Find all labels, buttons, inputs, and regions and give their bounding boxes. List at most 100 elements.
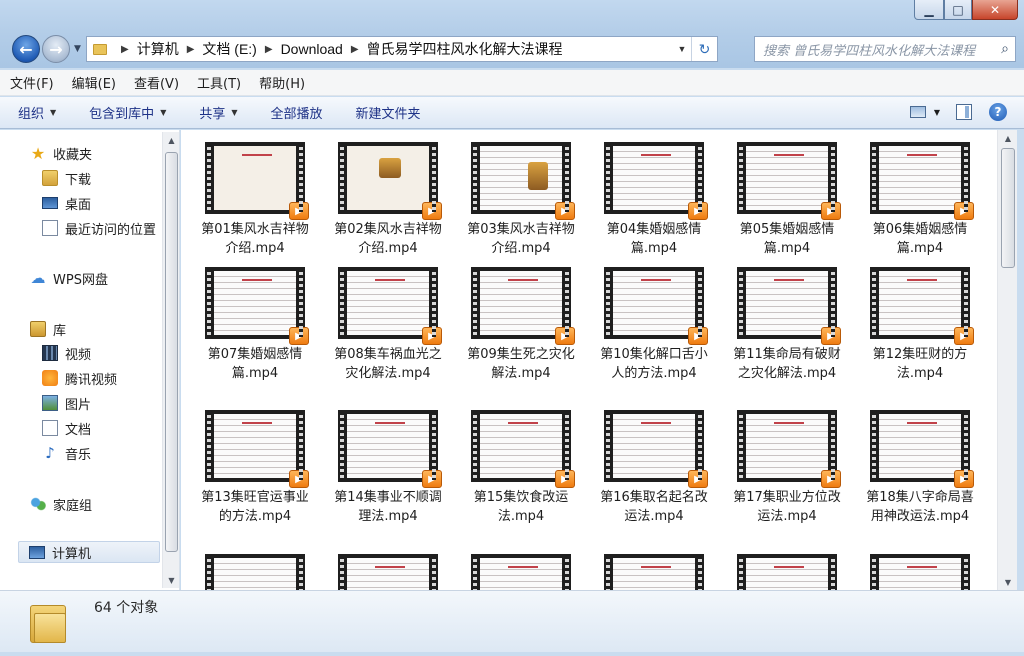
window-controls: ▁ □ ✕ [914, 0, 1018, 20]
sidebar-label: 计算机 [52, 546, 92, 562]
help-icon: ? [989, 103, 1007, 121]
sidebar-item-favorites[interactable]: ★ 收藏夹 [30, 142, 92, 164]
file-item[interactable]: ▶ 第18集八字命局喜用神改运法.mp4 [848, 400, 976, 528]
file-name: 第02集风水吉祥物介绍.mp4 [334, 222, 442, 256]
play-all-button[interactable]: 全部播放 [271, 103, 323, 122]
file-item[interactable]: ▶ 第15集饮食改运法.mp4 [449, 400, 577, 528]
sidebar-item-downloads[interactable]: 下载 [42, 167, 91, 189]
sidebar-label: WPS网盘 [53, 272, 108, 288]
breadcrumb-computer[interactable]: 计算机 [137, 39, 179, 59]
folder-icon [30, 601, 66, 643]
file-list-scrollbar[interactable]: ▲ ▼ [997, 130, 1017, 590]
video-thumbnail: ▶ [737, 410, 841, 488]
sidebar-item-libraries[interactable]: 库 [30, 318, 66, 340]
sidebar-item-recent[interactable]: 最近访问的位置 [42, 217, 156, 239]
file-item[interactable]: ▶ 第17集职业方位改运法.mp4 [715, 400, 843, 528]
file-item[interactable]: ▶ 第14集事业不顺调理法.mp4 [316, 400, 444, 528]
menu-file[interactable]: 文件(F) [10, 73, 54, 92]
menu-tools[interactable]: 工具(T) [197, 73, 241, 92]
include-in-library-button[interactable]: 包含到库中 ▼ [89, 103, 166, 122]
file-name: 第18集八字命局喜用神改运法.mp4 [866, 490, 974, 524]
address-bar[interactable]: ▶ 计算机 ▶ 文档 (E:) ▶ Download ▶ 曾氏易学四柱风水化解大… [86, 36, 718, 62]
file-item[interactable]: ▶ 第09集生死之灾化解法.mp4 [449, 257, 577, 385]
chevron-right-icon[interactable]: ▶ [265, 44, 273, 55]
file-name: 第06集婚姻感情篇.mp4 [872, 222, 968, 256]
chevron-right-icon[interactable]: ▶ [351, 44, 359, 55]
address-dropdown-icon[interactable]: ▼ [673, 44, 691, 54]
sidebar-item-wps[interactable]: ☁ WPS网盘 [30, 267, 108, 289]
scroll-down-icon[interactable]: ▼ [163, 572, 180, 588]
sidebar-item-computer[interactable]: 计算机 [18, 541, 160, 563]
sidebar-scrollbar[interactable]: ▲ ▼ [162, 132, 179, 588]
organize-label: 组织 [18, 107, 45, 122]
maximize-button[interactable]: □ [944, 0, 972, 20]
file-item[interactable]: ▶ 第07集婚姻感情篇.mp4 [183, 257, 311, 385]
menu-help[interactable]: 帮助(H) [259, 73, 305, 92]
file-name: 第15集饮食改运法.mp4 [473, 490, 569, 524]
new-folder-button[interactable]: 新建文件夹 [356, 103, 421, 122]
file-item[interactable] [848, 544, 976, 590]
file-item[interactable]: ▶ 第01集风水吉祥物介绍.mp4 [183, 132, 311, 260]
play-icon: ▶ [688, 470, 708, 488]
file-item[interactable]: ▶ 第03集风水吉祥物介绍.mp4 [449, 132, 577, 260]
refresh-icon[interactable]: ↻ [691, 37, 717, 61]
chevron-right-icon[interactable]: ▶ [187, 44, 195, 55]
file-item[interactable]: ▶ 第02集风水吉祥物介绍.mp4 [316, 132, 444, 260]
breadcrumb-drive[interactable]: 文档 (E:) [202, 39, 256, 59]
change-view-button[interactable] [906, 101, 930, 123]
breadcrumb-download[interactable]: Download [281, 41, 343, 57]
file-item[interactable]: ▶ 第06集婚姻感情篇.mp4 [848, 132, 976, 260]
sidebar-item-desktop[interactable]: 桌面 [42, 192, 91, 214]
file-item[interactable]: ▶ 第05集婚姻感情篇.mp4 [715, 132, 843, 260]
sidebar-item-tencent-video[interactable]: 腾讯视频 [42, 367, 117, 389]
chevron-down-icon: ▼ [160, 108, 167, 117]
search-input[interactable]: 搜索 曾氏易学四柱风水化解大法课程 ⌕ [754, 36, 1016, 62]
sidebar-item-pictures[interactable]: 图片 [42, 392, 91, 414]
file-name: 第14集事业不顺调理法.mp4 [334, 490, 442, 524]
file-item[interactable]: ▶ 第10集化解口舌小人的方法.mp4 [582, 257, 710, 385]
file-item[interactable]: ▶ 第13集旺官运事业的方法.mp4 [183, 400, 311, 528]
forward-button[interactable]: → [42, 35, 70, 63]
breadcrumb-current[interactable]: 曾氏易学四柱风水化解大法课程 [367, 39, 563, 59]
computer-icon [29, 545, 45, 559]
video-thumbnail [870, 554, 970, 590]
sidebar-label: 音乐 [65, 447, 92, 463]
sidebar-item-homegroup[interactable]: 家庭组 [30, 493, 92, 515]
menu-edit[interactable]: 编辑(E) [72, 73, 116, 92]
file-item[interactable] [449, 544, 577, 590]
file-item[interactable] [582, 544, 710, 590]
chevron-right-icon[interactable]: ▶ [121, 44, 129, 55]
scroll-up-icon[interactable]: ▲ [163, 132, 180, 148]
search-icon[interactable]: ⌕ [1001, 41, 1009, 57]
share-button[interactable]: 共享 ▼ [199, 103, 237, 122]
minimize-button[interactable]: ▁ [914, 0, 944, 20]
file-item[interactable] [316, 544, 444, 590]
menu-view[interactable]: 查看(V) [134, 73, 179, 92]
preview-pane-button[interactable] [952, 101, 976, 123]
sidebar-item-videos[interactable]: 视频 [42, 342, 91, 364]
file-item[interactable]: ▶ 第08集车祸血光之灾化解法.mp4 [316, 257, 444, 385]
play-icon: ▶ [688, 202, 708, 220]
file-item[interactable] [183, 544, 311, 590]
play-icon: ▶ [688, 327, 708, 345]
back-button[interactable]: ← [12, 35, 40, 63]
scroll-up-icon[interactable]: ▲ [998, 130, 1018, 146]
scrollbar-thumb[interactable] [1001, 148, 1015, 268]
scrollbar-thumb[interactable] [165, 152, 178, 552]
scroll-down-icon[interactable]: ▼ [998, 574, 1018, 590]
recent-pages-dropdown[interactable]: ▼ [74, 44, 81, 54]
view-options-dropdown[interactable]: ▼ [932, 101, 942, 123]
file-item[interactable] [715, 544, 843, 590]
organize-button[interactable]: 组织 ▼ [18, 103, 56, 122]
view-icon [910, 106, 926, 118]
file-item[interactable]: ▶ 第12集旺财的方法.mp4 [848, 257, 976, 385]
close-button[interactable]: ✕ [972, 0, 1018, 20]
help-button[interactable]: ? [986, 101, 1010, 123]
sidebar-item-music[interactable]: ♪ 音乐 [42, 442, 91, 464]
video-thumbnail [604, 554, 704, 590]
file-item[interactable]: ▶ 第16集取名起名改运法.mp4 [582, 400, 710, 528]
details-pane: 64 个对象 [0, 590, 1024, 652]
file-item[interactable]: ▶ 第04集婚姻感情篇.mp4 [582, 132, 710, 260]
file-item[interactable]: ▶ 第11集命局有破财之灾化解法.mp4 [715, 257, 843, 385]
sidebar-item-documents[interactable]: 文档 [42, 417, 91, 439]
